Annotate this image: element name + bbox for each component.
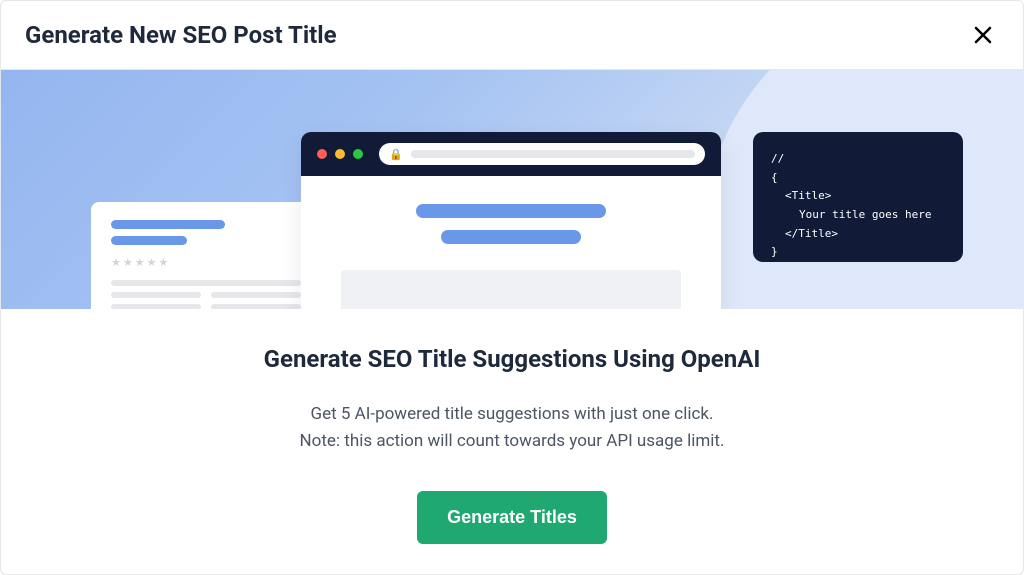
mockup-text-line bbox=[211, 304, 301, 309]
code-line: Your title goes here bbox=[771, 206, 945, 225]
traffic-lights bbox=[317, 149, 363, 159]
code-line: </Title> bbox=[771, 225, 945, 244]
mockup-content-block bbox=[341, 270, 681, 309]
star-icon: ★ bbox=[111, 256, 121, 269]
modal-header: Generate New SEO Post Title bbox=[1, 1, 1023, 70]
code-line: { bbox=[771, 169, 945, 188]
generate-titles-button[interactable]: Generate Titles bbox=[417, 491, 607, 544]
seo-title-modal: Generate New SEO Post Title ★ ★ ★ ★ ★ bbox=[0, 0, 1024, 575]
mockup-text-line bbox=[111, 292, 201, 298]
star-icon: ★ bbox=[147, 256, 157, 269]
browser-content bbox=[301, 176, 721, 309]
mockup-title-line bbox=[111, 220, 225, 229]
mockup-heading-line bbox=[416, 204, 606, 218]
traffic-light-green-icon bbox=[353, 149, 363, 159]
close-button[interactable] bbox=[967, 19, 999, 51]
search-result-mockup: ★ ★ ★ ★ ★ bbox=[91, 202, 321, 309]
mockup-subtitle-line bbox=[111, 236, 187, 245]
mockup-star-rating: ★ ★ ★ ★ ★ bbox=[111, 256, 301, 269]
code-line: <Title> bbox=[771, 187, 945, 206]
star-icon: ★ bbox=[123, 256, 133, 269]
code-line: } bbox=[771, 243, 945, 262]
mockup-text-line bbox=[211, 292, 301, 298]
mockup-text-line bbox=[111, 280, 301, 286]
body-text-line: Note: this action will count towards you… bbox=[300, 431, 725, 451]
traffic-light-yellow-icon bbox=[335, 149, 345, 159]
modal-title: Generate New SEO Post Title bbox=[25, 21, 337, 49]
url-placeholder bbox=[411, 150, 695, 158]
mockup-heading-line bbox=[441, 230, 581, 244]
code-line: // bbox=[771, 150, 945, 169]
lock-icon: 🔒 bbox=[389, 148, 403, 161]
body-heading: Generate SEO Title Suggestions Using Ope… bbox=[264, 345, 761, 373]
hero-illustration: ★ ★ ★ ★ ★ bbox=[1, 70, 1023, 309]
browser-url-bar: 🔒 bbox=[379, 143, 705, 165]
star-icon: ★ bbox=[159, 256, 169, 269]
body-description: Get 5 AI-powered title suggestions with … bbox=[300, 401, 725, 455]
browser-title-bar: 🔒 bbox=[301, 132, 721, 176]
body-text-line: Get 5 AI-powered title suggestions with … bbox=[311, 404, 714, 424]
modal-body: Generate SEO Title Suggestions Using Ope… bbox=[1, 309, 1023, 574]
code-snippet-card: // { <Title> Your title goes here </Titl… bbox=[753, 132, 963, 262]
close-icon bbox=[971, 23, 995, 47]
traffic-light-red-icon bbox=[317, 149, 327, 159]
browser-mockup: 🔒 bbox=[301, 132, 721, 309]
star-icon: ★ bbox=[135, 256, 145, 269]
mockup-text-line bbox=[111, 304, 201, 309]
